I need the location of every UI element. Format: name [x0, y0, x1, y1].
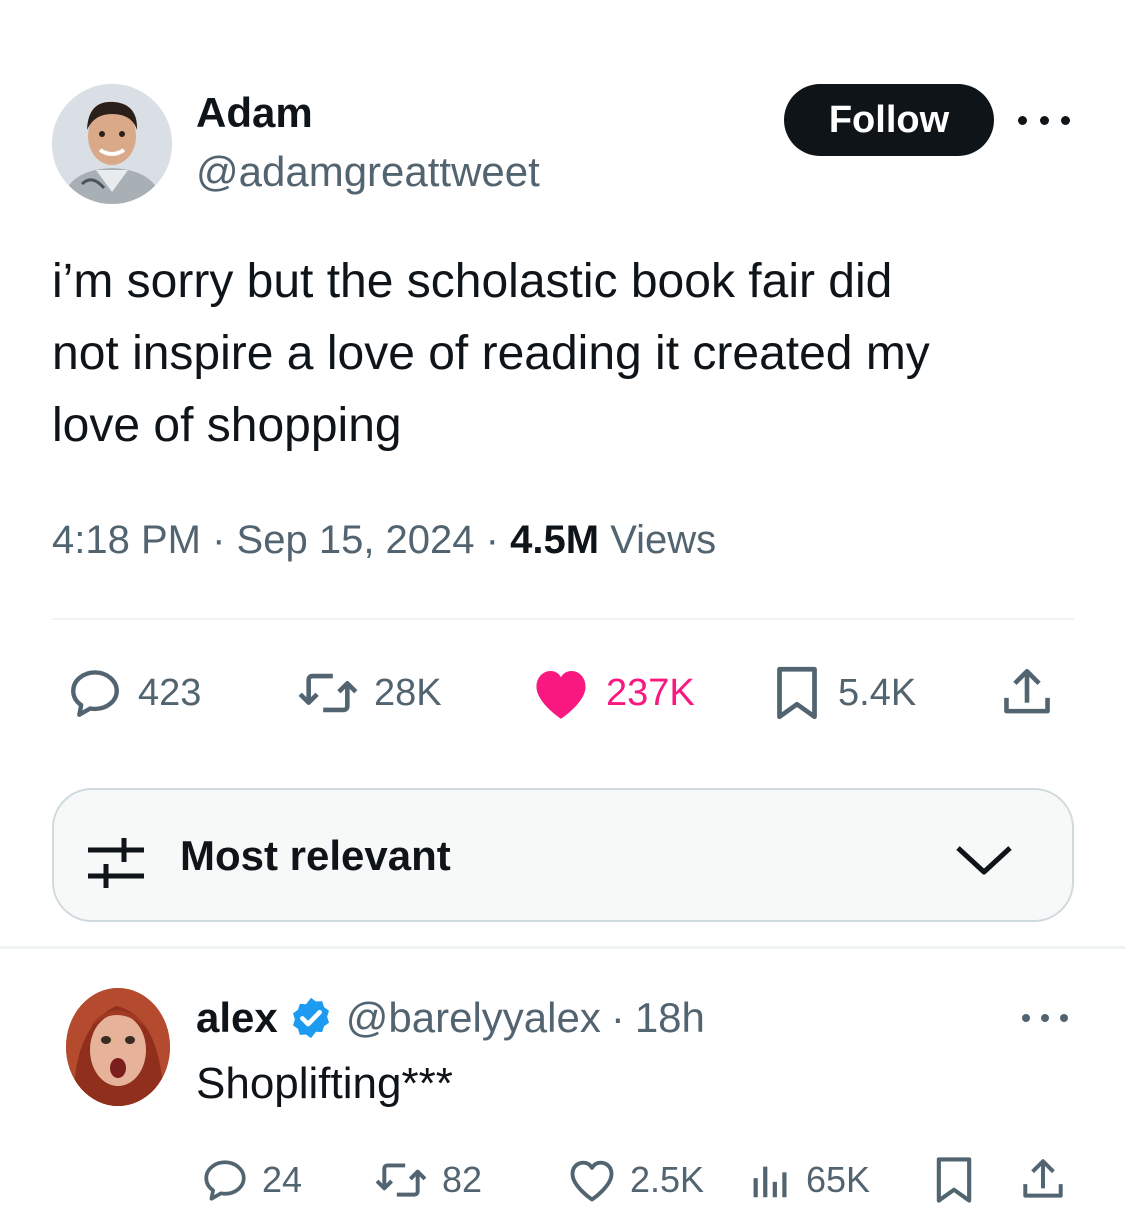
reply-reply-count: 24 [262, 1159, 303, 1200]
reply-like-button[interactable]: 2.5K [566, 1150, 704, 1210]
reply-handle[interactable]: @barelyyalex [346, 990, 601, 1046]
reply-repost-count: 82 [442, 1159, 483, 1200]
tweet-action-bar: 423 28K 237K 5.4K [52, 660, 1074, 726]
tweet-date[interactable]: Sep 15, 2024 [237, 518, 475, 562]
bookmark-icon [777, 666, 817, 720]
repost-button[interactable]: 28K [296, 660, 442, 726]
tweet-time[interactable]: 4:18 PM [52, 518, 201, 562]
divider [0, 946, 1125, 949]
like-button[interactable]: 237K [530, 660, 695, 726]
bookmark-button[interactable]: 5.4K [770, 660, 916, 726]
tweet-meta: 4:18 PM · Sep 15, 2024 · 4.5M Views [52, 512, 716, 568]
sort-label: Most relevant [180, 832, 451, 879]
heart-filled-icon [536, 671, 586, 719]
reply-views-count: 65K [806, 1159, 871, 1200]
share-icon [1023, 1159, 1063, 1198]
author-handle[interactable]: @adamgreattweet [196, 146, 540, 198]
tweet-text: i’m sorry but the scholastic book fair d… [52, 255, 930, 452]
bookmark-count: 5.4K [838, 671, 917, 714]
divider [52, 618, 1074, 620]
reply-header: alex @barelyyalex · 18h [196, 990, 705, 1046]
filter-icon [88, 838, 144, 888]
avatar-image [52, 84, 172, 204]
more-icon[interactable] [1018, 100, 1070, 140]
heart-icon [570, 1160, 614, 1202]
reply-views-button[interactable]: 65K [748, 1150, 870, 1210]
reply-text: Shoplifting*** [196, 1059, 453, 1108]
chevron-down-icon [956, 846, 1012, 875]
repost-count: 28K [374, 671, 442, 714]
reply-avatar[interactable] [66, 988, 170, 1106]
reply-icon [204, 1160, 246, 1201]
reply-reply-button[interactable]: 24 [200, 1150, 302, 1210]
reply-bookmark-button[interactable] [932, 1150, 976, 1210]
reply-action-bar: 24 82 2.5K 65K [196, 1150, 1076, 1210]
author-display-name[interactable]: Adam [196, 88, 313, 138]
author-avatar[interactable] [52, 84, 172, 204]
meta-separator: · [212, 518, 226, 562]
more-icon[interactable] [1022, 1000, 1068, 1036]
views-count: 4.5M [510, 518, 600, 562]
reply-button[interactable]: 423 [66, 660, 201, 726]
meta-separator: · [610, 994, 625, 1041]
views-icon [753, 1166, 787, 1198]
repost-icon [298, 673, 358, 713]
like-count: 237K [606, 671, 695, 714]
verified-badge-icon[interactable] [288, 995, 334, 1041]
reply-like-count: 2.5K [630, 1159, 705, 1200]
reply-time[interactable]: 18h [635, 990, 705, 1046]
reply-share-button[interactable] [1018, 1150, 1068, 1210]
reply-display-name[interactable]: alex [196, 990, 278, 1046]
share-icon [1004, 668, 1050, 714]
views-label: Views [610, 518, 717, 562]
follow-button[interactable]: Follow [784, 84, 994, 156]
reply-avatar-image [66, 988, 170, 1106]
repost-icon [375, 1163, 427, 1197]
share-button[interactable] [998, 660, 1056, 726]
reply-count: 423 [138, 671, 202, 714]
reply-repost-button[interactable]: 82 [372, 1150, 482, 1210]
meta-separator: · [485, 518, 499, 562]
reply-icon [71, 670, 119, 717]
bookmark-icon [936, 1157, 972, 1203]
